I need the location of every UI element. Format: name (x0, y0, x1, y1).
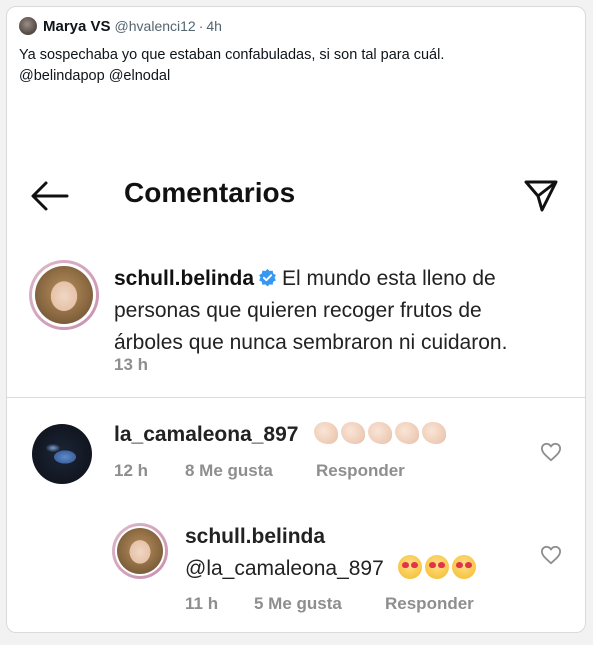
heart-eyes-emoji-row (397, 555, 479, 585)
reply-username[interactable]: schull.belinda (185, 525, 325, 549)
tweet-author-handle[interactable]: @hvalenci12 (115, 18, 196, 34)
avatar[interactable] (29, 260, 99, 330)
reply-button[interactable]: Responder (385, 594, 474, 614)
heart-icon[interactable] (540, 442, 562, 462)
reply-comment: schull.belinda @la_camaleona_897 11 h 5 … (7, 517, 585, 627)
avatar[interactable] (32, 424, 92, 484)
comment-text: schull.belinda El mundo esta lleno de pe… (114, 263, 554, 359)
heart-icon[interactable] (540, 545, 562, 565)
tweet-text: Ya sospechaba yo que estaban confabulada… (19, 45, 569, 87)
comment-text-part: El mundo esta lleno de (282, 267, 496, 290)
tweet-header: Marya VS @hvalenci12 · 4h (19, 17, 222, 35)
divider (7, 397, 585, 398)
comment-text-part: personas que quieren recoger frutos de (114, 299, 482, 322)
back-arrow-icon[interactable] (29, 179, 69, 213)
page-title: Comentarios (124, 177, 296, 208)
reply-likes[interactable]: 5 Me gusta (254, 594, 342, 614)
avatar[interactable] (112, 523, 168, 579)
heart-eyes-emoji-icon (397, 555, 422, 579)
clapping-hands-emoji-row (314, 422, 449, 450)
clapping-hands-icon (395, 422, 420, 444)
tweet-time[interactable]: 4h (206, 18, 222, 34)
clapping-hands-icon (368, 422, 393, 444)
tweet-author-avatar[interactable] (19, 17, 37, 35)
reply-username[interactable]: la_camaleona_897 (114, 423, 298, 446)
reply-mention[interactable]: @la_camaleona_897 (185, 557, 384, 580)
heart-eyes-emoji-icon (424, 555, 449, 579)
tweet-card[interactable]: Marya VS @hvalenci12 · 4h Ya sospechaba … (6, 6, 586, 633)
send-icon[interactable] (522, 177, 560, 215)
clapping-hands-icon (341, 422, 366, 444)
reply-likes[interactable]: 8 Me gusta (185, 461, 273, 481)
reply-button[interactable]: Responder (316, 461, 405, 481)
reply-comment: la_camaleona_897 12 h 8 Me gusta Respond… (7, 412, 585, 492)
tweet-author-name[interactable]: Marya VS (43, 18, 111, 35)
tweet-separator: · (198, 18, 204, 34)
clapping-hands-icon (422, 422, 447, 444)
reply-time: 11 h (185, 594, 219, 613)
verified-badge-icon (259, 268, 276, 287)
comment-text-part: árboles que nunca sembraron ni cuidaron. (114, 331, 508, 354)
comment-username[interactable]: schull.belinda (114, 267, 254, 290)
heart-eyes-emoji-icon (451, 555, 476, 579)
tweet-text-line: Ya sospechaba yo que estaban confabulada… (19, 47, 445, 63)
comment-time: 13 h (114, 355, 149, 374)
tweet-text-mentions[interactable]: @belindapop @elnodal (19, 66, 569, 87)
clapping-hands-icon (314, 422, 339, 444)
reply-time: 12 h (114, 461, 149, 480)
instagram-comments-header: Comentarios (7, 167, 585, 227)
